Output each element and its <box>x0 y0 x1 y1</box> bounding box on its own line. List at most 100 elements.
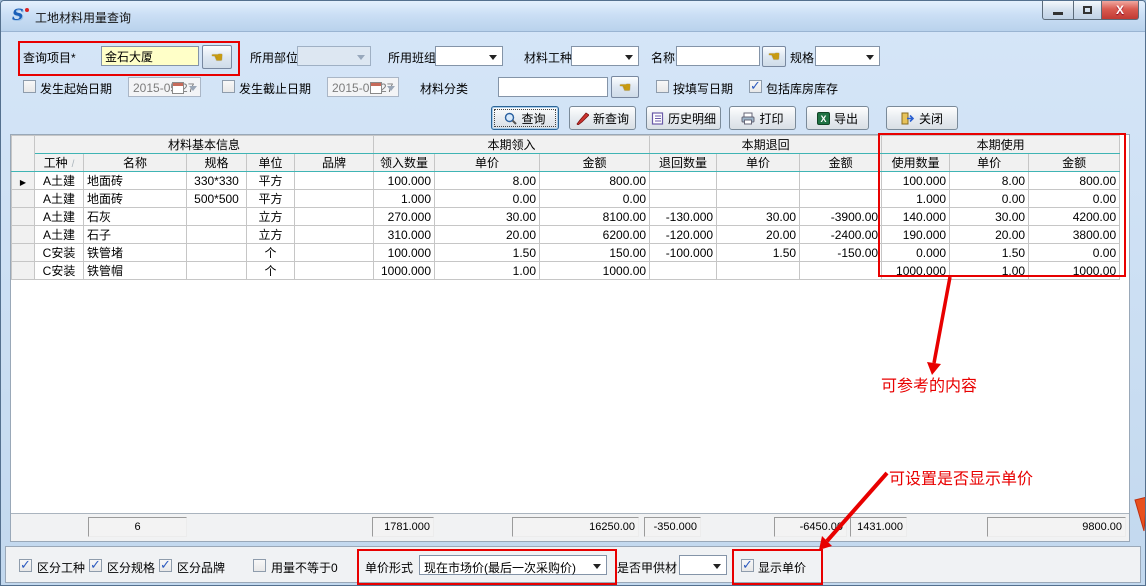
column-header[interactable]: 品牌 <box>295 154 374 172</box>
row-selector[interactable]: ▶ <box>12 172 35 190</box>
name-picker-button[interactable]: ☚ <box>762 46 786 67</box>
grid-cell[interactable]: 1000.00 <box>540 262 650 280</box>
grid-cell[interactable]: 1.00 <box>435 262 540 280</box>
category-picker-button[interactable]: ☚ <box>611 76 639 98</box>
column-header[interactable]: 单价 <box>717 154 800 172</box>
grid-cell[interactable]: 个 <box>247 244 295 262</box>
grid-cell[interactable]: 500*500 <box>187 190 247 208</box>
grid-cell[interactable]: 0.00 <box>1029 244 1120 262</box>
grid-cell[interactable]: 330*330 <box>187 172 247 190</box>
grid-cell[interactable]: 190.000 <box>882 226 950 244</box>
grid-cell[interactable] <box>187 226 247 244</box>
row-selector[interactable] <box>12 208 35 226</box>
row-selector[interactable] <box>12 244 35 262</box>
grid-cell[interactable]: 8.00 <box>950 172 1029 190</box>
grid-cell[interactable]: 30.00 <box>717 208 800 226</box>
grid-cell[interactable]: 310.000 <box>374 226 435 244</box>
column-header[interactable]: 工种/ <box>35 154 84 172</box>
grid-cell[interactable] <box>650 190 717 208</box>
grid-cell[interactable]: 1000.000 <box>882 262 950 280</box>
grid-cell[interactable] <box>650 262 717 280</box>
grid-cell[interactable]: 石子 <box>84 226 187 244</box>
split-brand-checkbox[interactable]: ✓ <box>159 559 172 572</box>
grid-cell[interactable] <box>295 190 374 208</box>
grid-cell[interactable]: -100.000 <box>650 244 717 262</box>
grid-cell[interactable] <box>717 262 800 280</box>
grid-cell[interactable]: 8100.00 <box>540 208 650 226</box>
column-header[interactable]: 领入数量 <box>374 154 435 172</box>
grid-cell[interactable]: 20.00 <box>435 226 540 244</box>
grid-cell[interactable]: 800.00 <box>540 172 650 190</box>
grid-cell[interactable]: 100.000 <box>374 244 435 262</box>
grid-cell[interactable]: 1.50 <box>435 244 540 262</box>
grid-cell[interactable] <box>295 244 374 262</box>
owner-supplied-select[interactable] <box>679 555 727 575</box>
grid-cell[interactable] <box>295 172 374 190</box>
table-row[interactable]: A土建地面砖500*500平方1.0000.000.001.0000.000.0… <box>12 190 1120 208</box>
grid-cell[interactable]: 20.00 <box>717 226 800 244</box>
split-type-checkbox[interactable]: ✓ <box>19 559 32 572</box>
maximize-button[interactable] <box>1074 1 1102 20</box>
end-date-input[interactable]: 2015-05-27 <box>327 77 399 97</box>
export-button[interactable]: X 导出 <box>806 106 869 130</box>
grid-cell[interactable] <box>800 190 882 208</box>
table-row[interactable]: C安装铁管帽个1000.0001.001000.001000.0001.0010… <box>12 262 1120 280</box>
part-select[interactable] <box>297 46 371 66</box>
grid-cell[interactable]: 6200.00 <box>540 226 650 244</box>
split-spec-checkbox[interactable]: ✓ <box>89 559 102 572</box>
grid-cell[interactable]: 立方 <box>247 226 295 244</box>
grid-cell[interactable]: 1.000 <box>374 190 435 208</box>
row-selector[interactable] <box>12 226 35 244</box>
grid-cell[interactable]: -120.000 <box>650 226 717 244</box>
table-row[interactable]: A土建石子立方310.00020.006200.00-120.00020.00-… <box>12 226 1120 244</box>
column-header[interactable]: 金额 <box>1029 154 1120 172</box>
grid-cell[interactable] <box>717 172 800 190</box>
team-select[interactable] <box>435 46 503 66</box>
table-row[interactable]: A土建石灰立方270.00030.008100.00-130.00030.00-… <box>12 208 1120 226</box>
grid-cell[interactable]: 800.00 <box>1029 172 1120 190</box>
grid-cell[interactable]: 1000.000 <box>374 262 435 280</box>
minimize-button[interactable] <box>1042 1 1074 20</box>
print-button[interactable]: 打印 <box>729 106 796 130</box>
column-header[interactable]: 名称 <box>84 154 187 172</box>
material-type-select[interactable] <box>571 46 639 66</box>
grid-cell[interactable] <box>187 208 247 226</box>
row-selector[interactable] <box>12 262 35 280</box>
grid-cell[interactable]: 1000.00 <box>1029 262 1120 280</box>
grid-cell[interactable] <box>295 208 374 226</box>
grid-cell[interactable] <box>187 244 247 262</box>
price-mode-select[interactable]: 现在市场价(最后一次采购价) <box>419 555 607 575</box>
grid-cell[interactable]: 地面砖 <box>84 190 187 208</box>
grid-cell[interactable]: 地面砖 <box>84 172 187 190</box>
project-input[interactable] <box>101 46 199 66</box>
row-selector[interactable] <box>12 190 35 208</box>
table-row[interactable]: C安装铁管堵个100.0001.50150.00-100.0001.50-150… <box>12 244 1120 262</box>
end-date-checkbox[interactable]: ✓ <box>222 80 235 93</box>
column-header[interactable]: 使用数量 <box>882 154 950 172</box>
grid-cell[interactable]: 铁管帽 <box>84 262 187 280</box>
grid-cell[interactable] <box>800 172 882 190</box>
grid-cell[interactable]: 1.50 <box>717 244 800 262</box>
grid-cell[interactable]: 100.000 <box>374 172 435 190</box>
name-input[interactable] <box>676 46 760 66</box>
category-input[interactable] <box>498 77 608 97</box>
close-form-button[interactable]: 关闭 <box>886 106 958 130</box>
search-button[interactable]: 查询 <box>491 106 559 130</box>
grid-cell[interactable]: 30.00 <box>435 208 540 226</box>
grid-cell[interactable]: 270.000 <box>374 208 435 226</box>
grid-cell[interactable]: 1.000 <box>882 190 950 208</box>
grid-cell[interactable]: 150.00 <box>540 244 650 262</box>
column-header[interactable]: 金额 <box>540 154 650 172</box>
column-header[interactable]: 退回数量 <box>650 154 717 172</box>
grid-cell[interactable]: -150.00 <box>800 244 882 262</box>
grid-cell[interactable]: -130.000 <box>650 208 717 226</box>
project-picker-button[interactable]: ☚ <box>202 45 232 69</box>
grid-cell[interactable] <box>800 262 882 280</box>
grid-cell[interactable]: 0.00 <box>540 190 650 208</box>
grid-cell[interactable]: A土建 <box>35 190 84 208</box>
close-button[interactable]: X <box>1102 1 1139 20</box>
grid-cell[interactable]: 30.00 <box>950 208 1029 226</box>
nonzero-checkbox[interactable]: ✓ <box>253 559 266 572</box>
column-header[interactable]: 单价 <box>950 154 1029 172</box>
grid-cell[interactable]: -3900.00 <box>800 208 882 226</box>
